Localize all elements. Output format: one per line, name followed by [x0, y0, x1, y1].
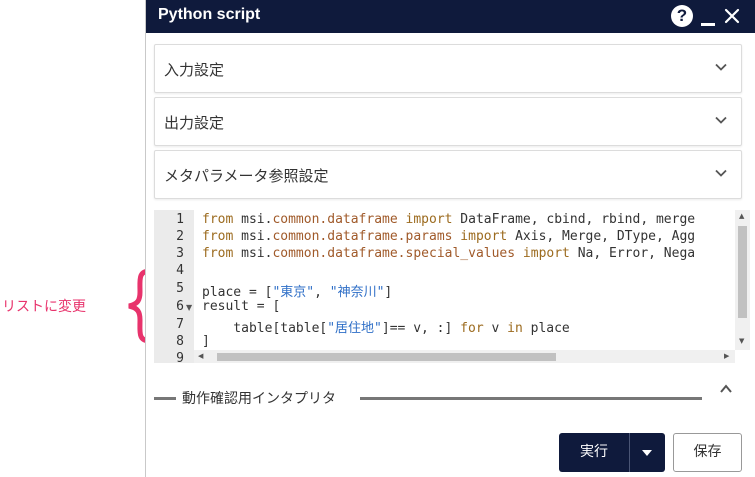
run-options-dropdown[interactable] [630, 433, 665, 472]
code-editor[interactable]: 1 2 3 4 5 6 ▼ 7 8 9 from msi.common.data… [154, 210, 750, 363]
save-button[interactable]: 保存 [673, 433, 742, 472]
vertical-scroll-thumb[interactable] [738, 226, 747, 318]
fold-toggle-icon[interactable]: ▼ [186, 303, 192, 312]
section-output-settings[interactable]: 出力設定 [154, 97, 742, 146]
line-number: 6 [176, 299, 184, 314]
python-script-window: Python script ? 入力設定 出力設定 メタパラメータ参照設定 1 … [145, 0, 755, 477]
line-number: 9 [176, 351, 184, 363]
line-number: 7 [176, 317, 184, 332]
caret-down-icon [642, 450, 652, 456]
window-title: Python script [158, 6, 261, 23]
horizontal-scrollbar[interactable]: ◀ ▶ [194, 350, 735, 363]
code-line: table[table["居住地"]== v, :] for v in plac… [202, 321, 570, 336]
titlebar: Python script ? [146, 0, 755, 33]
chevron-down-icon [715, 169, 727, 177]
chevron-down-icon [715, 116, 727, 124]
line-number: 4 [176, 263, 184, 278]
line-number: 8 [176, 334, 184, 349]
section-label: メタパラメータ参照設定 [164, 167, 329, 185]
scroll-left-icon[interactable]: ◀ [198, 352, 203, 360]
divider-line [360, 397, 702, 400]
code-line: from msi.common.dataframe.params import … [202, 229, 696, 244]
code-line: from msi.common.dataframe import DataFra… [202, 212, 696, 227]
minimize-icon[interactable] [701, 23, 715, 26]
line-number: 2 [176, 229, 184, 244]
run-button[interactable]: 実行 [559, 433, 629, 472]
vertical-scrollbar[interactable]: ▲ ▼ [735, 210, 750, 350]
section-input-settings[interactable]: 入力設定 [154, 44, 742, 93]
line-number: 1 [176, 212, 184, 227]
line-number: 5 [176, 281, 184, 296]
chevron-down-icon [715, 63, 727, 71]
interpreter-label: 動作確認用インタプリタ [182, 391, 336, 407]
code-line: ] [202, 334, 210, 349]
run-button-group: 実行 [559, 433, 665, 472]
help-icon[interactable]: ? [671, 5, 693, 27]
scroll-up-icon[interactable]: ▲ [739, 212, 744, 220]
section-label: 出力設定 [164, 114, 225, 132]
annotation-label: リストに変更 [2, 299, 86, 315]
section-label: 入力設定 [164, 61, 225, 79]
scroll-down-icon[interactable]: ▼ [739, 337, 744, 345]
chevron-up-icon[interactable] [719, 382, 733, 396]
code-line: from msi.common.dataframe.special_values… [202, 246, 696, 261]
close-icon[interactable] [724, 8, 740, 24]
code-line: result = [ [202, 299, 281, 314]
code-text-area[interactable]: from msi.common.dataframe import DataFra… [202, 210, 742, 350]
scroll-right-icon[interactable]: ▶ [724, 352, 729, 360]
horizontal-scroll-thumb[interactable] [217, 353, 556, 361]
code-line: place = ["東京", "神奈川"] [202, 285, 393, 300]
line-number: 3 [176, 246, 184, 261]
section-meta-parameter-settings[interactable]: メタパラメータ参照設定 [154, 150, 742, 199]
line-number-gutter: 1 2 3 4 5 6 ▼ 7 8 9 [154, 210, 194, 363]
divider-line [154, 397, 176, 400]
